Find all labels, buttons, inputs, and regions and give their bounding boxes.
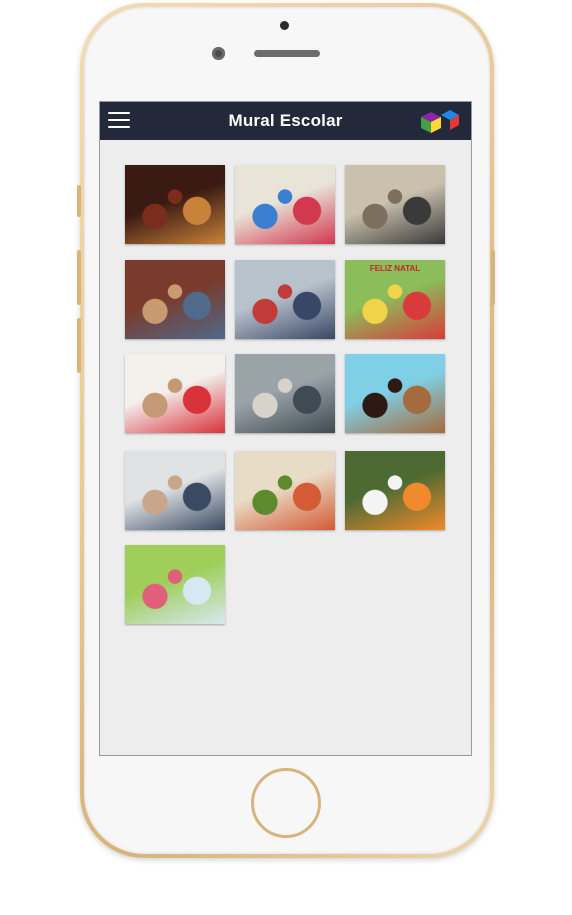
volume-up-button (77, 250, 81, 305)
photo-easter-costumes[interactable] (125, 354, 225, 433)
photo-caption: FELIZ NATAL (369, 264, 421, 273)
app-title: Mural Escolar (228, 111, 343, 130)
front-sensor (280, 21, 289, 30)
photo-students-group[interactable] (125, 260, 225, 339)
photo-gallery: FELIZ NATAL (100, 140, 471, 755)
photo-volleyball-gym[interactable] (235, 260, 335, 339)
photo-birthday-balloons[interactable] (235, 165, 335, 244)
app-header: Mural Escolar (100, 102, 471, 140)
front-camera (212, 47, 225, 60)
power-button (491, 250, 495, 305)
earpiece-speaker (254, 50, 320, 57)
photo-teens-phones[interactable] (125, 451, 225, 530)
photo-kids-tablet[interactable] (235, 451, 335, 530)
app-logo-cubes-icon (421, 110, 459, 133)
photo-christmas-board[interactable]: FELIZ NATAL (345, 260, 445, 339)
photo-kids-celebrating[interactable] (125, 545, 225, 624)
app-screen: Mural Escolar FELIZ NATAL (99, 101, 472, 756)
photo-two-friends[interactable] (345, 354, 445, 433)
home-button[interactable] (251, 768, 321, 838)
photo-adults-toast[interactable] (345, 165, 445, 244)
volume-down-button (77, 318, 81, 373)
photo-party-crowd[interactable] (125, 165, 225, 244)
mute-switch (77, 185, 81, 217)
photo-kids-outdoor[interactable] (345, 451, 445, 530)
photo-classroom[interactable] (235, 354, 335, 433)
